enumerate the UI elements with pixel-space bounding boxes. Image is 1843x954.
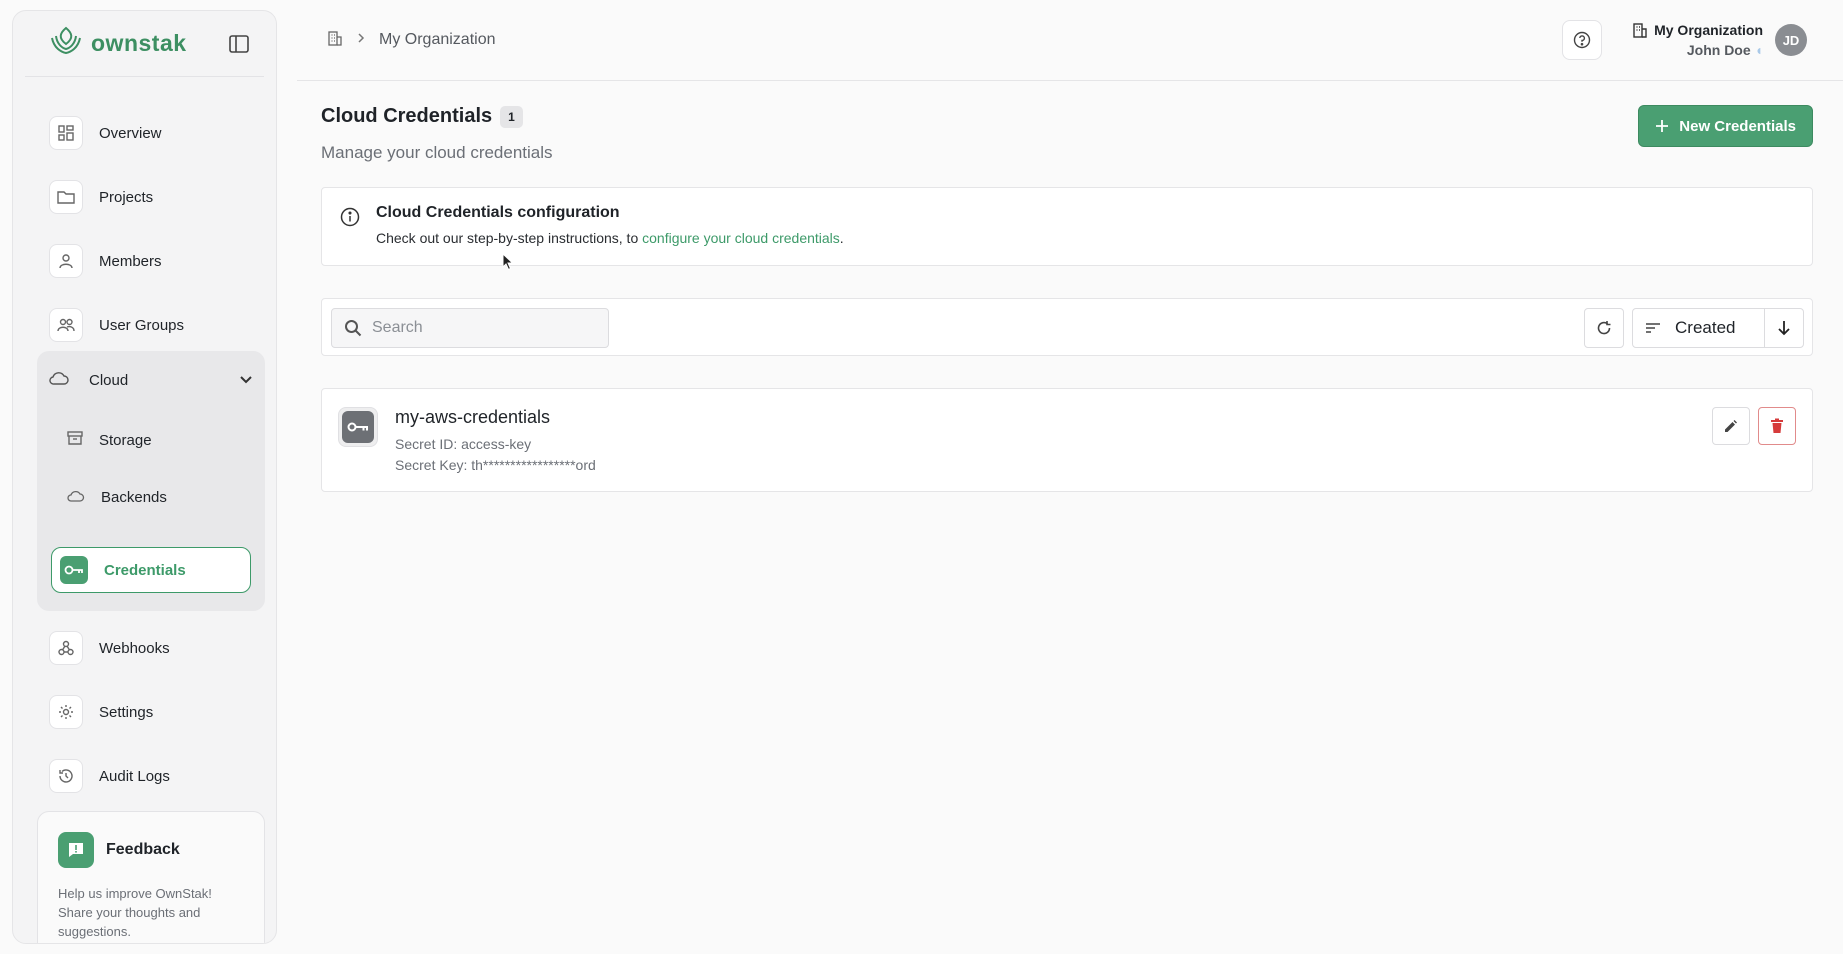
folder-icon: [49, 180, 83, 214]
info-title: Cloud Credentials configuration: [376, 204, 620, 221]
sort-field-select[interactable]: Created: [1633, 309, 1765, 347]
gear-icon: [49, 695, 83, 729]
chevron-down-icon[interactable]: [239, 372, 253, 389]
sidebar-item-label: Backends: [101, 488, 167, 506]
new-credentials-label: New Credentials: [1679, 117, 1796, 135]
help-button[interactable]: [1562, 20, 1603, 60]
sidebar-item-label: Credentials: [104, 561, 186, 579]
credential-secret-id: Secret ID: access-key: [395, 436, 532, 452]
sidebar-item-audit-logs[interactable]: Audit Logs: [49, 755, 256, 797]
credential-avatar: [338, 407, 378, 447]
feedback-text: Help us improve OwnStak! Share your thou…: [58, 886, 212, 939]
info-text: Check out our step-by-step instructions,…: [376, 230, 844, 246]
sidebar-item-label: Settings: [99, 703, 154, 721]
search-icon: [345, 320, 362, 337]
sidebar-header: ownstak: [25, 11, 264, 77]
info-banner: Cloud Credentials configuration Check ou…: [321, 187, 1813, 266]
sidebar-item-projects[interactable]: Projects: [49, 176, 256, 218]
logo-icon: [49, 26, 83, 61]
help-icon: [1573, 31, 1591, 49]
key-icon: [347, 422, 368, 432]
refresh-icon: [1597, 321, 1611, 335]
grid-icon: [49, 116, 83, 150]
cloud-icon: [49, 371, 69, 389]
sidebar: ownstak Overview Projects Members User G…: [12, 10, 277, 944]
delete-button[interactable]: [1758, 407, 1796, 445]
chevron-right-icon: [357, 31, 365, 49]
sidebar-item-label: Members: [99, 252, 162, 270]
top-bar: My Organization My Organization John Doe…: [297, 0, 1843, 81]
list-item[interactable]: my-aws-credentials Secret ID: access-key…: [321, 388, 1813, 492]
main-content: Cloud Credentials 1 Manage your cloud cr…: [321, 81, 1813, 492]
logo-text: ownstak: [91, 30, 187, 56]
org-name: My Organization: [1654, 22, 1763, 38]
sidebar-item-members[interactable]: Members: [49, 240, 256, 282]
sidebar-item-settings[interactable]: Settings: [49, 691, 256, 733]
plus-icon: [1656, 120, 1669, 132]
message-alert-icon: [58, 832, 94, 868]
wave-icon: ◖: [1754, 42, 1763, 58]
trash-icon: [1771, 418, 1783, 433]
refresh-button[interactable]: [1584, 308, 1624, 348]
breadcrumb-current[interactable]: My Organization: [379, 31, 496, 49]
collapse-sidebar-button[interactable]: [226, 31, 252, 57]
search-box[interactable]: [331, 308, 609, 348]
user-icon: [49, 244, 83, 278]
pencil-icon: [1725, 420, 1737, 432]
sidebar-item-webhooks[interactable]: Webhooks: [49, 627, 256, 669]
sort-field-label: Created: [1675, 318, 1736, 337]
credential-name[interactable]: my-aws-credentials: [395, 407, 550, 428]
page-title: Cloud Credentials: [321, 105, 493, 127]
building-icon: [1633, 23, 1647, 38]
sidebar-item-label: Audit Logs: [99, 767, 170, 785]
arrow-down-icon: [1778, 321, 1790, 336]
cloud-group: Cloud Storage Backends Credentials: [37, 351, 265, 611]
page-subtitle: Manage your cloud credentials: [321, 143, 553, 162]
user-name: John Doe: [1686, 42, 1751, 58]
logo[interactable]: ownstak: [49, 26, 187, 61]
sidebar-item-overview[interactable]: Overview: [49, 112, 256, 154]
breadcrumb: My Organization: [327, 30, 496, 51]
search-input[interactable]: [372, 319, 592, 337]
sidebar-item-label: Storage: [99, 431, 152, 449]
sidebar-item-storage[interactable]: Storage: [51, 417, 251, 463]
new-credentials-button[interactable]: New Credentials: [1638, 105, 1813, 147]
sidebar-item-backends[interactable]: Backends: [51, 474, 251, 520]
sidebar-toggle-icon: [229, 34, 249, 53]
info-text-prefix: Check out our step-by-step instructions,…: [376, 230, 643, 246]
info-text-suffix: .: [839, 230, 844, 246]
key-icon: [60, 556, 88, 584]
feedback-title: Feedback: [106, 841, 180, 858]
edit-button[interactable]: [1712, 407, 1750, 445]
configure-credentials-link[interactable]: configure your cloud credentials: [642, 230, 840, 246]
count-badge: 1: [500, 105, 523, 128]
archive-icon: [67, 430, 83, 450]
history-icon: [49, 759, 83, 793]
sort-control: Created: [1632, 308, 1804, 348]
filter-bar: Created: [321, 298, 1813, 356]
cloud-icon: [67, 489, 85, 506]
feedback-card[interactable]: Feedback Help us improve OwnStak! Share …: [37, 811, 265, 943]
sidebar-item-label: Projects: [99, 188, 154, 206]
avatar[interactable]: JD: [1775, 24, 1807, 56]
sidebar-item-credentials[interactable]: Credentials: [51, 547, 251, 593]
page-header: Cloud Credentials 1 Manage your cloud cr…: [321, 81, 1813, 187]
sort-direction-button[interactable]: [1765, 309, 1803, 347]
webhook-icon: [49, 631, 83, 665]
sidebar-item-user-groups[interactable]: User Groups: [49, 304, 256, 346]
building-icon[interactable]: [327, 30, 343, 51]
info-icon: [340, 204, 360, 249]
sidebar-item-cloud[interactable]: Cloud: [49, 363, 253, 397]
sidebar-item-label: Cloud: [89, 371, 129, 389]
users-icon: [49, 308, 83, 342]
sidebar-item-label: User Groups: [99, 316, 185, 334]
sort-lines-icon: [1646, 323, 1660, 333]
sidebar-item-label: Overview: [99, 124, 162, 142]
mouse-cursor-icon: [502, 253, 514, 271]
org-user-switcher[interactable]: My Organization John Doe ◖ JD: [1632, 22, 1807, 58]
credential-secret-key: Secret Key: th*****************ord: [395, 457, 596, 473]
sidebar-item-label: Webhooks: [99, 639, 170, 657]
